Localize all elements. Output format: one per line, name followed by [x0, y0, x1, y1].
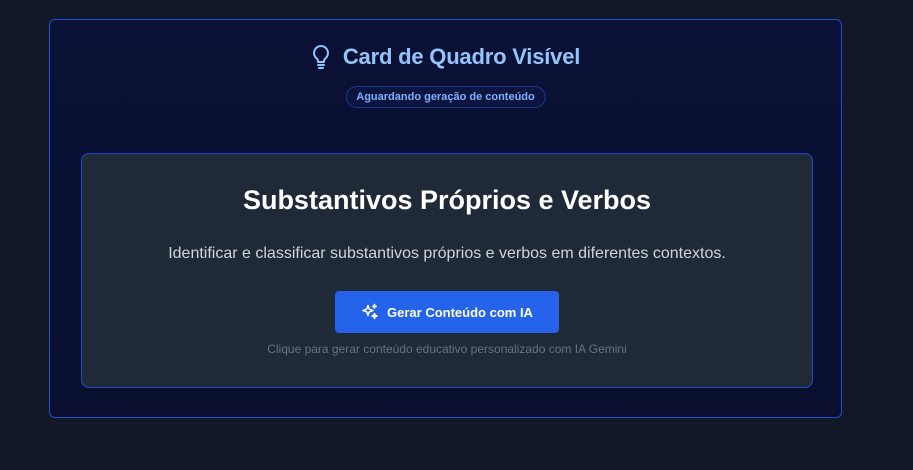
topic-panel: Substantivos Próprios e Verbos Identific… — [81, 153, 813, 388]
generate-button-label: Gerar Conteúdo com IA — [387, 304, 533, 320]
visible-board-card: Card de Quadro Visível Aguardando geraçã… — [49, 19, 842, 418]
topic-title: Substantivos Próprios e Verbos — [242, 185, 652, 215]
sparkles-icon — [361, 303, 379, 321]
helper-text: Clique para gerar conteúdo educativo per… — [267, 342, 627, 356]
lightbulb-icon — [311, 44, 331, 70]
status-badge: Aguardando geração de conteúdo — [345, 86, 546, 108]
topic-description: Identificar e classificar substantivos p… — [168, 245, 726, 262]
card-header: Card de Quadro Visível — [50, 44, 841, 70]
card-title: Card de Quadro Visível — [342, 44, 581, 69]
generate-content-button[interactable]: Gerar Conteúdo com IA — [335, 291, 559, 333]
